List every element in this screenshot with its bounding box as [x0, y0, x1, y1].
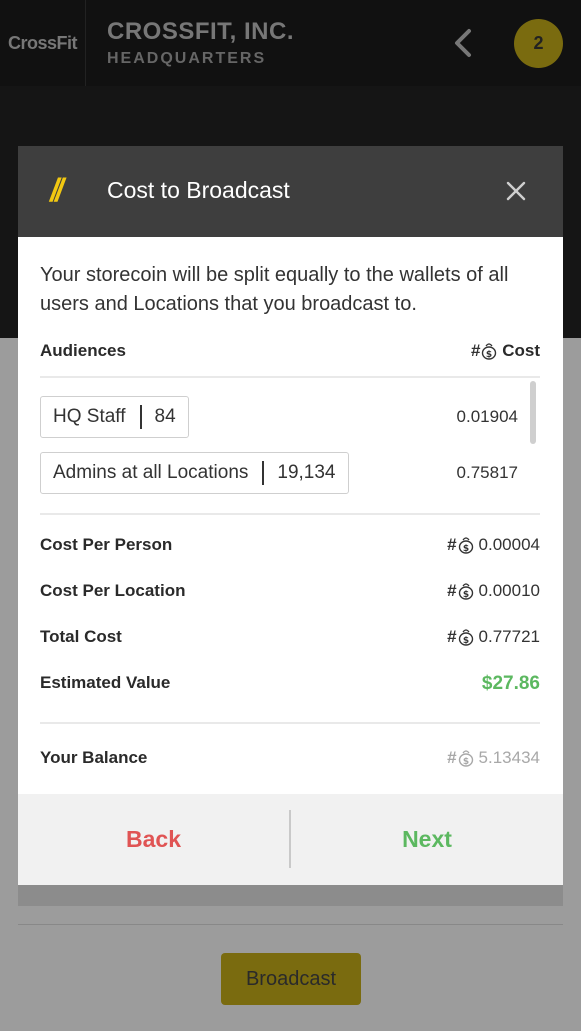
cost-per-person-row: Cost Per Person # $ 0.00004 — [40, 535, 540, 559]
chevron-left-icon[interactable] — [450, 26, 476, 60]
app-divider — [18, 924, 563, 925]
audience-count: 19,134 — [277, 462, 336, 483]
audience-name: HQ Staff — [53, 406, 126, 427]
chip-separator — [262, 461, 265, 485]
cost-per-location-value: # $ 0.00010 — [447, 581, 540, 601]
slash-logo-icon: // — [50, 172, 64, 208]
audience-chip[interactable]: HQ Staff 84 — [40, 396, 189, 438]
cost-header-label: Cost — [502, 341, 540, 360]
cost-per-person-label: Cost Per Person — [40, 535, 173, 554]
balance-label: Your Balance — [40, 748, 148, 767]
close-icon[interactable] — [504, 179, 528, 203]
balance-value: # $ 5.13434 — [447, 748, 540, 768]
estimated-value: $27.86 — [481, 673, 540, 694]
divider — [40, 513, 540, 515]
total-cost-value: # $ 0.77721 — [447, 627, 540, 647]
intro-text: Your storecoin will be split equally to … — [40, 264, 509, 315]
storecoin-icon: # $ — [471, 341, 497, 361]
estimated-value-row: Estimated Value $27.86 — [40, 673, 540, 697]
svg-text:$: $ — [462, 544, 468, 554]
cost-modal: // Cost to Broadcast Your storecoin will… — [18, 146, 563, 885]
audience-row: HQ Staff 84 0.01904 — [40, 396, 518, 438]
balance-row: Your Balance # $ 5.13434 — [40, 748, 540, 772]
audience-chip[interactable]: Admins at all Locations 19,134 — [40, 452, 349, 494]
svg-text:$: $ — [486, 350, 492, 360]
storecoin-icon: # $ — [447, 535, 473, 555]
storecoin-icon: # $ — [447, 581, 473, 601]
audience-list-scrollbar[interactable] — [530, 381, 536, 444]
audience-count: 84 — [154, 406, 176, 427]
back-button[interactable]: Back — [18, 794, 289, 885]
app-header: CrossFit CROSSFIT, INC. HEADQUARTERS 2 — [0, 0, 581, 86]
divider — [40, 376, 540, 378]
audiences-header: Audiences # $ Cost — [40, 341, 540, 363]
modal-footer: Back Next — [18, 794, 563, 885]
next-button[interactable]: Next — [291, 794, 563, 885]
svg-text:$: $ — [462, 757, 468, 767]
broadcast-button[interactable]: Broadcast — [221, 953, 361, 1005]
chip-separator — [139, 405, 142, 429]
divider — [40, 722, 540, 724]
estimated-value-label: Estimated Value — [40, 673, 171, 692]
cost-header: # $ Cost — [471, 341, 540, 361]
cost-per-location-label: Cost Per Location — [40, 581, 186, 600]
notification-badge[interactable]: 2 — [514, 19, 563, 68]
audiences-label: Audiences — [40, 341, 126, 360]
audience-cost: 0.01904 — [456, 407, 518, 426]
audience-name: Admins at all Locations — [53, 462, 249, 483]
total-cost-label: Total Cost — [40, 627, 122, 646]
app-title: CROSSFIT, INC. — [107, 18, 295, 45]
svg-text:$: $ — [462, 590, 468, 600]
app-subtitle: HEADQUARTERS — [107, 50, 267, 67]
modal-header: // Cost to Broadcast — [18, 146, 563, 237]
audience-cost: 0.75817 — [456, 463, 518, 482]
modal-title: Cost to Broadcast — [107, 177, 290, 203]
audience-row: Admins at all Locations 19,134 0.75817 — [40, 452, 518, 494]
app-logo-box[interactable]: CrossFit — [0, 0, 86, 86]
svg-text:$: $ — [462, 636, 468, 646]
crossfit-logo: CrossFit — [7, 32, 78, 53]
total-cost-row: Total Cost # $ 0.77721 — [40, 627, 540, 651]
storecoin-icon: # $ — [447, 627, 473, 647]
cost-per-person-value: # $ 0.00004 — [447, 535, 540, 555]
cost-per-location-row: Cost Per Location # $ 0.00010 — [40, 581, 540, 605]
storecoin-icon: # $ — [447, 748, 473, 768]
